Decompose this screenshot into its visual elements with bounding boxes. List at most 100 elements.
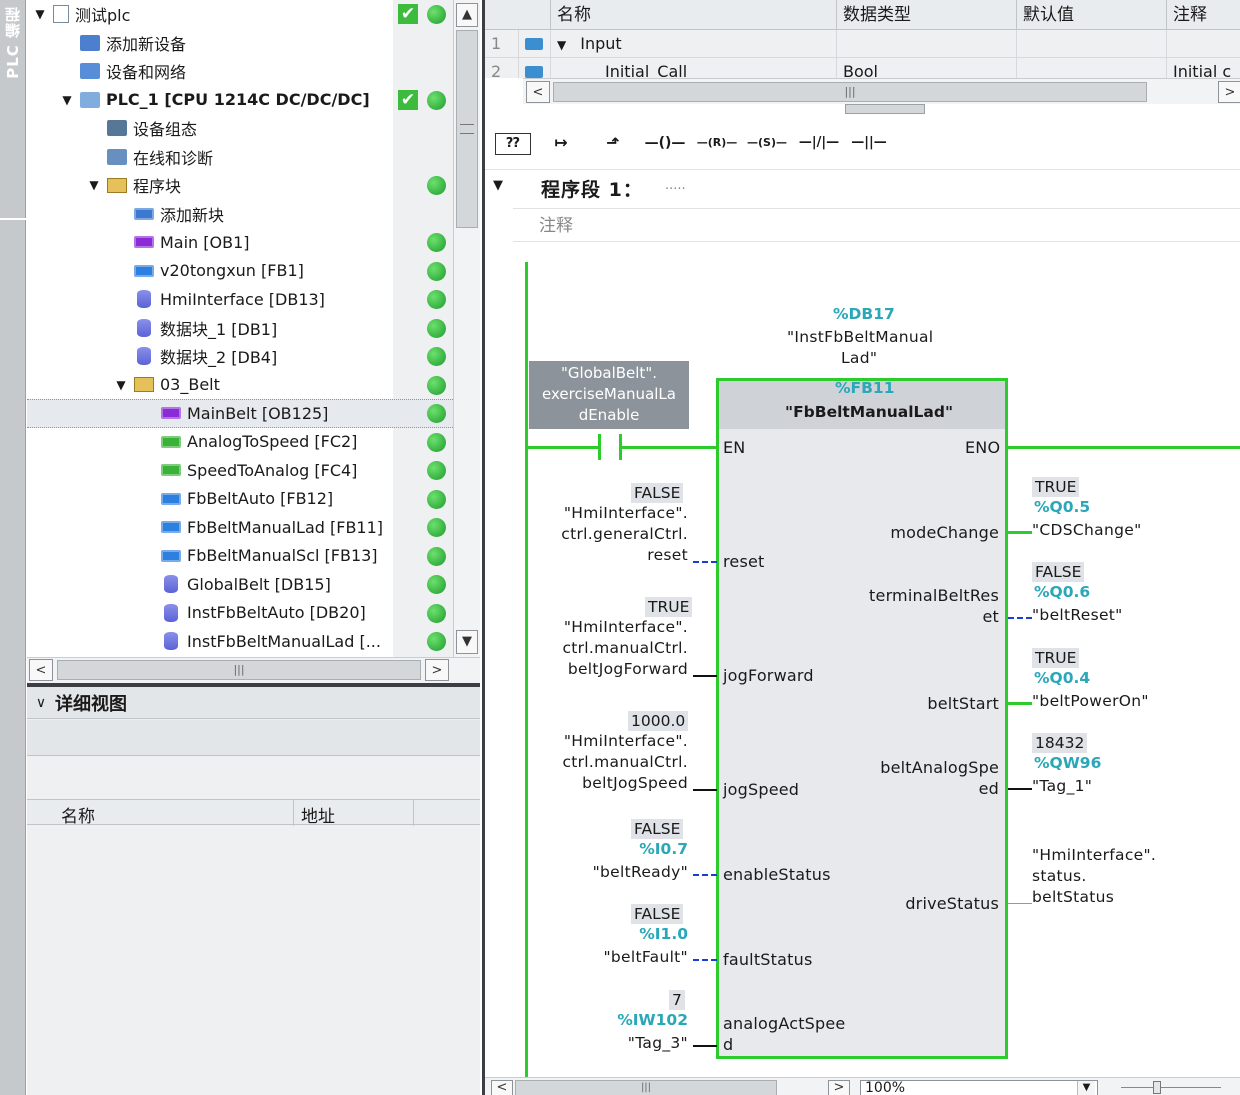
tree-item[interactable]: ▼ 测试plc bbox=[27, 0, 453, 29]
tree-item[interactable]: 添加新块 bbox=[27, 200, 453, 229]
iface-header-comment[interactable]: 注释 bbox=[1167, 0, 1240, 30]
analogactspeed-pin[interactable]: analogActSpee bbox=[723, 1014, 845, 1033]
set-coil-icon[interactable]: —(S)— bbox=[743, 125, 791, 161]
drivestatus-operand-2[interactable]: status. bbox=[1032, 867, 1087, 885]
instance-db-name[interactable]: "InstFbBeltManual bbox=[787, 328, 933, 346]
drivestatus-operand-1[interactable]: "HmiInterface". bbox=[1032, 846, 1156, 864]
modechange-address[interactable]: %Q0.5 bbox=[1034, 498, 1090, 516]
iface-header-type[interactable]: 数据类型 bbox=[837, 0, 1017, 30]
enablestatus-pin[interactable]: enableStatus bbox=[723, 865, 831, 884]
zoom-slider-track[interactable] bbox=[1121, 1087, 1221, 1088]
tree-item[interactable]: FbBeltManualScl [FB13] bbox=[27, 542, 453, 571]
jogspeed-pin[interactable]: jogSpeed bbox=[723, 780, 799, 799]
chevron-down-icon[interactable]: ∨ bbox=[27, 695, 55, 711]
zoom-slider-handle[interactable] bbox=[1153, 1081, 1161, 1094]
beltanalogspeed-pin[interactable]: beltAnalogSpe bbox=[880, 758, 999, 777]
tree-item[interactable]: HmiInterface [DB13] bbox=[27, 285, 453, 314]
beltstart-address[interactable]: %Q0.4 bbox=[1034, 669, 1090, 687]
reset-operand-1[interactable]: "HmiInterface". bbox=[564, 504, 688, 522]
empty-box-icon[interactable]: ⁇ bbox=[495, 133, 531, 155]
iface-horizontal-scrollbar[interactable]: < ||| > bbox=[523, 78, 1240, 104]
faultstatus-address[interactable]: %I1.0 bbox=[639, 925, 688, 943]
scroll-right-button[interactable]: > bbox=[425, 659, 449, 681]
en-pin[interactable]: EN bbox=[723, 438, 745, 457]
tree-vertical-scrollbar[interactable]: ▲ ▼ bbox=[453, 0, 480, 657]
drivestatus-pin[interactable]: driveStatus bbox=[905, 894, 999, 913]
instance-db-address[interactable]: %DB17 bbox=[833, 305, 895, 323]
tree-item[interactable]: InstFbBeltAuto [DB20] bbox=[27, 599, 453, 628]
reset-operand-3[interactable]: reset bbox=[647, 546, 688, 564]
splitter-handle[interactable] bbox=[845, 104, 925, 114]
no-contact-icon[interactable]: —||— bbox=[845, 125, 893, 161]
iface-row-name-2[interactable]: Initial_Call bbox=[551, 58, 837, 78]
faultstatus-pin[interactable]: faultStatus bbox=[723, 950, 812, 969]
expand-triangle-icon[interactable]: ▼ bbox=[33, 7, 47, 21]
h-scroll-thumb[interactable]: ||| bbox=[57, 660, 421, 680]
contact-operand[interactable]: "GlobalBelt". exerciseManualLa dEnable bbox=[529, 361, 689, 429]
network-title-placeholder[interactable]: ..... bbox=[665, 178, 686, 193]
reset-pin[interactable]: reset bbox=[723, 552, 765, 571]
iface-row-default-2[interactable] bbox=[1017, 58, 1167, 78]
expand-triangle-icon[interactable]: ▼ bbox=[114, 378, 128, 392]
tree-item[interactable]: ▼ 03_Belt bbox=[27, 371, 453, 400]
tree-item[interactable]: 添加新设备 bbox=[27, 29, 453, 58]
col-name-header[interactable]: 名称 bbox=[61, 802, 95, 827]
coil-icon[interactable]: —()— bbox=[641, 125, 689, 161]
chevron-down-icon[interactable]: ▼ bbox=[1077, 1081, 1095, 1095]
analogactspeed-address[interactable]: %IW102 bbox=[617, 1011, 688, 1029]
iface-header-name[interactable]: 名称 bbox=[551, 0, 837, 30]
tree-item[interactable]: v20tongxun [FB1] bbox=[27, 257, 453, 286]
tree-item[interactable]: ▼ PLC_1 [CPU 1214C DC/DC/DC] bbox=[27, 86, 453, 115]
reset-coil-icon[interactable]: —(R)— bbox=[693, 125, 741, 161]
drivestatus-operand-3[interactable]: beltStatus bbox=[1032, 888, 1114, 906]
analogactspeed-operand[interactable]: "Tag_3" bbox=[628, 1034, 688, 1052]
iface-scroll-right[interactable]: > bbox=[1218, 81, 1240, 103]
modechange-operand[interactable]: "CDSChange" bbox=[1032, 521, 1142, 539]
scroll-down-button[interactable]: ▼ bbox=[456, 630, 478, 654]
tree-horizontal-scrollbar[interactable]: < ||| > bbox=[27, 657, 480, 683]
scroll-up-button[interactable]: ▲ bbox=[456, 3, 478, 27]
iface-row-type-2[interactable]: Bool bbox=[837, 58, 1017, 78]
network-title[interactable]: 程序段 1： bbox=[541, 175, 643, 202]
tree-item[interactable]: GlobalBelt [DB15] bbox=[27, 570, 453, 599]
faultstatus-operand[interactable]: "beltFault" bbox=[603, 948, 688, 966]
terminalbeltreset-pin[interactable]: terminalBeltRes bbox=[869, 586, 999, 605]
editor-scroll-right[interactable]: > bbox=[828, 1080, 850, 1095]
tree-item[interactable]: 设备和网络 bbox=[27, 57, 453, 86]
detail-view-header[interactable]: ∨ 详细视图 bbox=[27, 687, 480, 719]
tree-item[interactable]: MainBelt [OB125] bbox=[27, 399, 453, 428]
editor-scroll-thumb[interactable]: ||| bbox=[515, 1080, 777, 1095]
jogforward-operand-2[interactable]: ctrl.manualCtrl. bbox=[562, 639, 688, 657]
zoom-select[interactable]: 100% ▼ bbox=[860, 1080, 1098, 1095]
jogspeed-operand-1[interactable]: "HmiInterface". bbox=[564, 732, 688, 750]
tree-item[interactable]: 设备组态 bbox=[27, 114, 453, 143]
tree-item[interactable]: InstFbBeltManualLad [... bbox=[27, 627, 453, 656]
beltstart-operand[interactable]: "beltPowerOn" bbox=[1032, 692, 1149, 710]
network-comment[interactable]: 注释 bbox=[513, 208, 1240, 242]
collapse-triangle-icon[interactable]: ▼ bbox=[557, 38, 566, 52]
terminalbeltreset-address[interactable]: %Q0.6 bbox=[1034, 583, 1090, 601]
tree-item[interactable]: ▼ 程序块 bbox=[27, 171, 453, 200]
jogforward-operand-1[interactable]: "HmiInterface". bbox=[564, 618, 688, 636]
tree-item[interactable]: Main [OB1] bbox=[27, 228, 453, 257]
iface-header-default[interactable]: 默认值 bbox=[1017, 0, 1167, 30]
iface-row-comment[interactable] bbox=[1167, 30, 1240, 58]
expand-triangle-icon[interactable]: ▼ bbox=[87, 178, 101, 192]
jogforward-operand-3[interactable]: beltJogForward bbox=[568, 660, 688, 678]
col-address-header[interactable]: 地址 bbox=[301, 802, 335, 827]
iface-scroll-thumb[interactable]: ||| bbox=[553, 82, 1147, 102]
expand-triangle-icon[interactable]: ▼ bbox=[60, 93, 74, 107]
nc-contact-icon[interactable]: —|/|— bbox=[795, 125, 843, 161]
iface-row-default[interactable] bbox=[1017, 30, 1167, 58]
jogspeed-operand-2[interactable]: ctrl.manualCtrl. bbox=[562, 753, 688, 771]
editor-scroll-left[interactable]: < bbox=[491, 1080, 513, 1095]
eno-pin[interactable]: ENO bbox=[965, 438, 1000, 457]
iface-row-type[interactable] bbox=[837, 30, 1017, 58]
terminalbeltreset-operand[interactable]: "beltReset" bbox=[1032, 606, 1123, 624]
scroll-left-button[interactable]: < bbox=[29, 659, 53, 681]
tree-item[interactable]: FbBeltAuto [FB12] bbox=[27, 485, 453, 514]
tree-item[interactable]: 数据块_2 [DB4] bbox=[27, 342, 453, 371]
modechange-pin[interactable]: modeChange bbox=[890, 523, 999, 542]
tree-item[interactable]: AnalogToSpeed [FC2] bbox=[27, 428, 453, 457]
beltstart-pin[interactable]: beltStart bbox=[927, 694, 999, 713]
